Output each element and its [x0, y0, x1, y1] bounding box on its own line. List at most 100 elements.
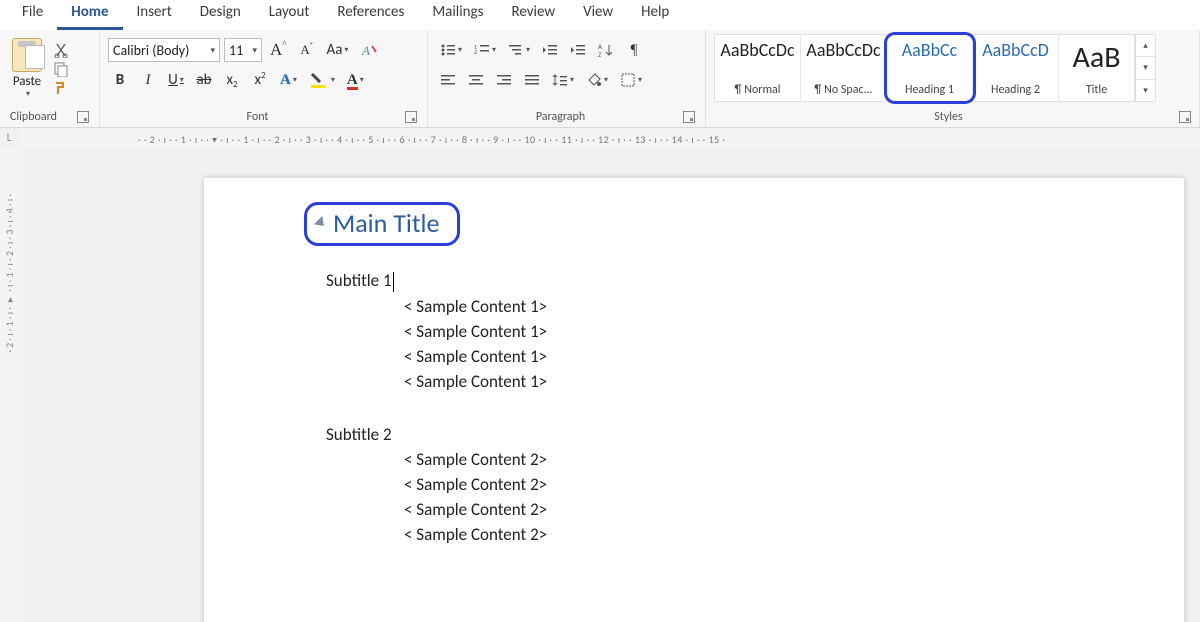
content-line[interactable]: < Sample Content 1>: [404, 296, 1184, 317]
italic-button[interactable]: I: [136, 68, 160, 92]
font-name-combo[interactable]: Calibri (Body) ▾: [108, 38, 220, 62]
subtitle-1[interactable]: Subtitle 1: [326, 270, 1184, 292]
font-size-value: 11: [229, 42, 243, 59]
style-title[interactable]: AaB Title: [1059, 35, 1135, 101]
content-line[interactable]: < Sample Content 2>: [404, 474, 1184, 495]
align-left-icon: [440, 73, 456, 87]
change-case-button[interactable]: Aa▾: [323, 38, 353, 62]
collapse-triangle-icon[interactable]: [314, 216, 328, 230]
gallery-expand[interactable]: ▾: [1136, 80, 1155, 101]
style-normal[interactable]: AaBbCcDc ¶ Normal: [715, 35, 801, 101]
copy-button[interactable]: [50, 59, 72, 78]
clipboard-launcher[interactable]: [77, 111, 89, 123]
content-line[interactable]: < Sample Content 2>: [404, 524, 1184, 545]
subtitle-2[interactable]: Subtitle 2: [326, 424, 1184, 445]
horizontal-ruler[interactable]: · · 2 · ı · · 1 · ı · · ▾ · ı · · 1 · ı …: [18, 128, 1200, 150]
tab-help[interactable]: Help: [627, 0, 683, 30]
sort-button[interactable]: AZ: [594, 38, 618, 62]
highlight-button[interactable]: ▾: [305, 68, 339, 92]
borders-button[interactable]: ▾: [616, 68, 646, 92]
content-line[interactable]: < Sample Content 2>: [404, 449, 1184, 470]
group-font: Calibri (Body) ▾ 11 ▾ A^ Aˇ Aa▾ A B: [100, 30, 428, 127]
group-paragraph: ▾ 12▾ ▾ AZ: [428, 30, 706, 127]
tab-design[interactable]: Design: [186, 0, 255, 30]
document-page[interactable]: Main Title Subtitle 1 < Sample Content 1…: [204, 178, 1184, 622]
bullets-button[interactable]: ▾: [436, 38, 466, 62]
highlighter-icon: [309, 71, 329, 89]
numbering-button[interactable]: 12▾: [470, 38, 500, 62]
svg-text:A: A: [361, 43, 370, 58]
tab-view[interactable]: View: [569, 0, 627, 30]
align-center-button[interactable]: [464, 68, 488, 92]
vertical-ruler[interactable]: · 2 · ı · 1 · ı · ▾ · ı · 1 · ı · 2 · ı …: [0, 150, 18, 622]
font-size-combo[interactable]: 11 ▾: [224, 38, 262, 62]
cut-button[interactable]: [50, 40, 72, 59]
tab-references[interactable]: References: [323, 0, 418, 30]
group-styles: AaBbCcDc ¶ Normal AaBbCcDc ¶ No Spac... …: [706, 30, 1200, 127]
paste-button[interactable]: Paste ▾: [6, 34, 48, 103]
style-no-spacing[interactable]: AaBbCcDc ¶ No Spac...: [801, 35, 887, 101]
paragraph-launcher[interactable]: [683, 111, 695, 123]
grow-font-button[interactable]: A^: [266, 38, 291, 62]
clear-formatting-button[interactable]: A: [356, 38, 382, 62]
bold-button[interactable]: B: [108, 68, 132, 92]
content-line[interactable]: < Sample Content 2>: [404, 499, 1184, 520]
ribbon: Paste ▾ Clipboard: [0, 30, 1200, 128]
paragraph-group-label: Paragraph: [536, 110, 585, 124]
vruler-markings: · 2 · ı · 1 · ı · ▾ · ı · 1 · ı · 2 · ı …: [3, 194, 16, 353]
style-preview: AaBbCc: [902, 39, 958, 61]
style-heading-1[interactable]: AaBbCc Heading 1: [887, 35, 973, 101]
styles-launcher[interactable]: [1179, 111, 1191, 123]
format-painter-button[interactable]: [50, 79, 72, 98]
style-name: Heading 2: [991, 83, 1040, 97]
content-line[interactable]: < Sample Content 1>: [404, 321, 1184, 342]
underline-button[interactable]: U▾: [164, 68, 188, 92]
align-center-icon: [468, 73, 484, 87]
font-name-value: Calibri (Body): [113, 42, 189, 59]
gallery-scroll-up[interactable]: ▴: [1136, 35, 1155, 57]
gallery-spinner: ▴ ▾ ▾: [1135, 35, 1155, 101]
line-spacing-button[interactable]: ▾: [548, 68, 578, 92]
paste-label: Paste: [13, 74, 41, 89]
align-right-button[interactable]: [492, 68, 516, 92]
multilevel-list-button[interactable]: ▾: [504, 38, 534, 62]
superscript-button[interactable]: x2: [248, 68, 272, 92]
content-line[interactable]: < Sample Content 1>: [404, 346, 1184, 367]
page-area[interactable]: Main Title Subtitle 1 < Sample Content 1…: [18, 150, 1200, 622]
tab-mailings[interactable]: Mailings: [418, 0, 497, 30]
text-cursor: [393, 272, 394, 292]
font-group-label: Font: [247, 110, 269, 124]
strikethrough-button[interactable]: ab: [192, 68, 216, 92]
chevron-down-icon: ▾: [252, 45, 257, 56]
decrease-indent-button[interactable]: [538, 38, 562, 62]
style-name: ¶ Normal: [734, 83, 780, 97]
align-left-button[interactable]: [436, 68, 460, 92]
style-name: Heading 1: [905, 83, 954, 97]
document-main-title[interactable]: Main Title: [333, 207, 439, 239]
text-effects-button[interactable]: A▾: [276, 68, 301, 92]
chevron-down-icon: ▾: [210, 45, 215, 56]
document-body[interactable]: Subtitle 1 < Sample Content 1> < Sample …: [304, 270, 1184, 545]
increase-indent-button[interactable]: [566, 38, 590, 62]
tab-review[interactable]: Review: [497, 0, 569, 30]
tab-insert[interactable]: Insert: [123, 0, 186, 30]
shrink-font-button[interactable]: Aˇ: [295, 38, 319, 62]
show-marks-button[interactable]: ¶: [622, 38, 646, 62]
styles-gallery: AaBbCcDc ¶ Normal AaBbCcDc ¶ No Spac... …: [714, 34, 1156, 102]
justify-button[interactable]: [520, 68, 544, 92]
font-color-button[interactable]: A ▾: [343, 68, 368, 92]
scissors-icon: [53, 42, 69, 58]
tab-layout[interactable]: Layout: [255, 0, 324, 30]
subscript-button[interactable]: x2: [220, 68, 244, 92]
paste-dropdown-icon[interactable]: ▾: [26, 89, 30, 99]
font-launcher[interactable]: [405, 111, 417, 123]
shading-button[interactable]: ▾: [582, 68, 612, 92]
borders-icon: [620, 72, 636, 88]
style-heading-2[interactable]: AaBbCcD Heading 2: [973, 35, 1059, 101]
tab-home[interactable]: Home: [57, 0, 122, 30]
content-line[interactable]: < Sample Content 1>: [404, 371, 1184, 392]
multilevel-icon: [508, 43, 524, 57]
tab-file[interactable]: File: [8, 0, 57, 30]
gallery-scroll-down[interactable]: ▾: [1136, 57, 1155, 79]
eraser-a-icon: A: [360, 42, 378, 58]
